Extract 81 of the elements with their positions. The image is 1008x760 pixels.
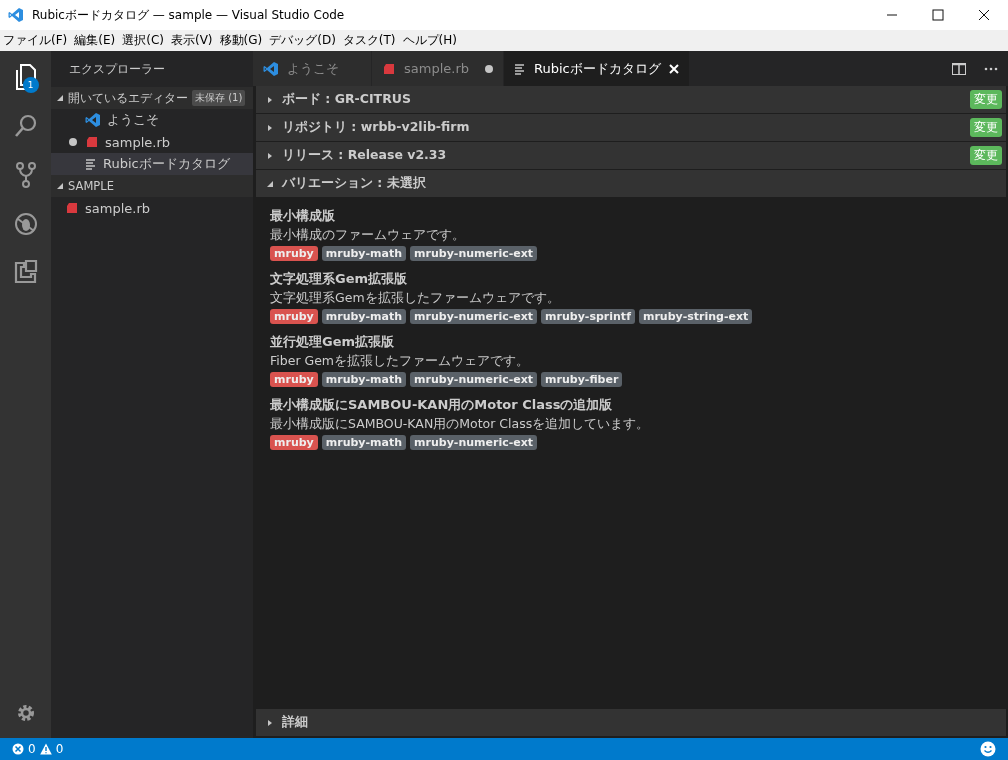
more-icon[interactable]	[984, 66, 998, 71]
search-icon[interactable]	[12, 113, 39, 139]
section-header[interactable]: リポジトリ : wrbb-v2lib-firm 変更	[256, 114, 1006, 142]
section-label: リポジトリ : wrbb-v2lib-firm	[282, 119, 470, 136]
gem-tag: mruby-fiber	[541, 372, 623, 387]
notification-badge: 1	[22, 77, 39, 93]
menu-item[interactable]: 選択(C)	[119, 32, 167, 49]
ruby-file-icon	[382, 61, 396, 76]
ruby-file-icon	[85, 135, 99, 149]
section-label: リリース : Release v2.33	[282, 147, 447, 164]
variation-title[interactable]: 最小構成版	[270, 206, 992, 226]
gem-tag: mruby-math	[321, 372, 407, 387]
menu-item[interactable]: 編集(E)	[71, 32, 119, 49]
menu-item[interactable]: デバッグ(D)	[266, 32, 339, 49]
section-header[interactable]: リリース : Release v2.33 変更	[256, 142, 1006, 170]
gem-tag: mruby	[270, 435, 318, 450]
open-editor-item[interactable]: ようこそ	[51, 109, 253, 131]
lines-icon	[85, 158, 97, 170]
section-label: バリエーション : 未選択	[282, 175, 426, 192]
variation-title[interactable]: 並行処理Gem拡張版	[270, 332, 992, 352]
gem-tag: mruby	[270, 246, 318, 261]
window-title: Rubicボードカタログ — sample — Visual Studio Code	[32, 6, 345, 24]
menu-item[interactable]: 移動(G)	[216, 32, 266, 49]
menu-item[interactable]: ヘルプ(H)	[399, 32, 460, 49]
close-icon[interactable]	[978, 9, 990, 21]
gem-tag: mruby-numeric-ext	[410, 372, 538, 387]
ruby-file-icon	[65, 201, 79, 215]
editor-tab[interactable]: ようこそ	[253, 51, 371, 86]
gem-tag: mruby-math	[321, 309, 407, 324]
gem-tag: mruby-sprintf	[541, 309, 635, 324]
file-name: sample.rb	[105, 134, 170, 150]
section-title[interactable]: 開いているエディター	[68, 90, 188, 106]
variation-title[interactable]: 文字処理系Gem拡張版	[270, 269, 992, 289]
maximize-icon[interactable]	[932, 9, 944, 21]
variation-description: 最小構成のファームウェアです。	[270, 226, 466, 243]
tab-label: Rubicボードカタログ	[534, 59, 661, 78]
editor-tab[interactable]: sample.rb	[372, 51, 503, 86]
warning-count[interactable]: 0	[55, 742, 64, 756]
lines-icon	[514, 62, 526, 75]
variation-title[interactable]: 最小構成版にSAMBOU-KAN用のMotor Classの追加版	[270, 395, 992, 415]
section-label: 詳細	[282, 714, 308, 731]
gem-tag: mruby-math	[321, 246, 407, 261]
file-name: Rubicボードカタログ	[103, 155, 230, 173]
warning-icon[interactable]	[39, 743, 52, 755]
menu-item[interactable]: ファイル(F)	[0, 32, 71, 49]
bug-icon[interactable]	[12, 211, 39, 237]
gem-tag: mruby-numeric-ext	[410, 435, 538, 450]
editor-tab[interactable]: Rubicボードカタログ	[504, 51, 689, 86]
section-label: ボード : GR-CITRUS	[282, 91, 411, 108]
gem-tag: mruby-math	[321, 435, 407, 450]
sidebar-title: エクスプローラー	[68, 60, 166, 78]
open-editor-item[interactable]: sample.rb	[51, 131, 253, 153]
smiley-icon[interactable]	[980, 741, 996, 757]
file-item[interactable]: sample.rb	[51, 197, 253, 219]
vscode-logo-icon	[8, 7, 24, 23]
tab-label: ようこそ	[287, 59, 339, 78]
vscode-logo-icon	[85, 112, 101, 128]
variation-description: Fiber Gemを拡張したファームウェアです。	[270, 352, 531, 369]
variation-description: 文字処理系Gemを拡張したファームウェアです。	[270, 289, 561, 306]
gem-tag: mruby	[270, 309, 318, 324]
unsaved-badge: 未保存 (1)	[192, 90, 246, 106]
gem-tag: mruby	[270, 372, 318, 387]
variation-description: 最小構成版にSAMBOU-KAN用のMotor Classを追加しています。	[270, 415, 651, 432]
gem-tag: mruby-numeric-ext	[410, 309, 538, 324]
menu-item[interactable]: タスク(T)	[339, 32, 399, 49]
gem-tag: mruby-numeric-ext	[410, 246, 538, 261]
error-icon[interactable]	[12, 743, 24, 755]
tab-label: sample.rb	[404, 61, 469, 76]
file-name: ようこそ	[107, 111, 159, 129]
section-header[interactable]: 詳細	[256, 709, 1006, 737]
file-name: sample.rb	[85, 200, 150, 216]
folder-title[interactable]: SAMPLE	[68, 179, 114, 193]
split-editor-icon[interactable]	[952, 62, 966, 75]
menu-item[interactable]: 表示(V)	[167, 32, 216, 49]
extensions-icon[interactable]	[13, 259, 38, 283]
section-header[interactable]: バリエーション : 未選択	[256, 170, 1006, 198]
gem-tag: mruby-string-ext	[638, 309, 753, 324]
error-count[interactable]: 0	[28, 742, 36, 756]
section-header[interactable]: ボード : GR-CITRUS 変更	[256, 86, 1006, 114]
vscode-logo-icon	[263, 60, 279, 77]
open-editor-item[interactable]: Rubicボードカタログ	[51, 153, 253, 175]
